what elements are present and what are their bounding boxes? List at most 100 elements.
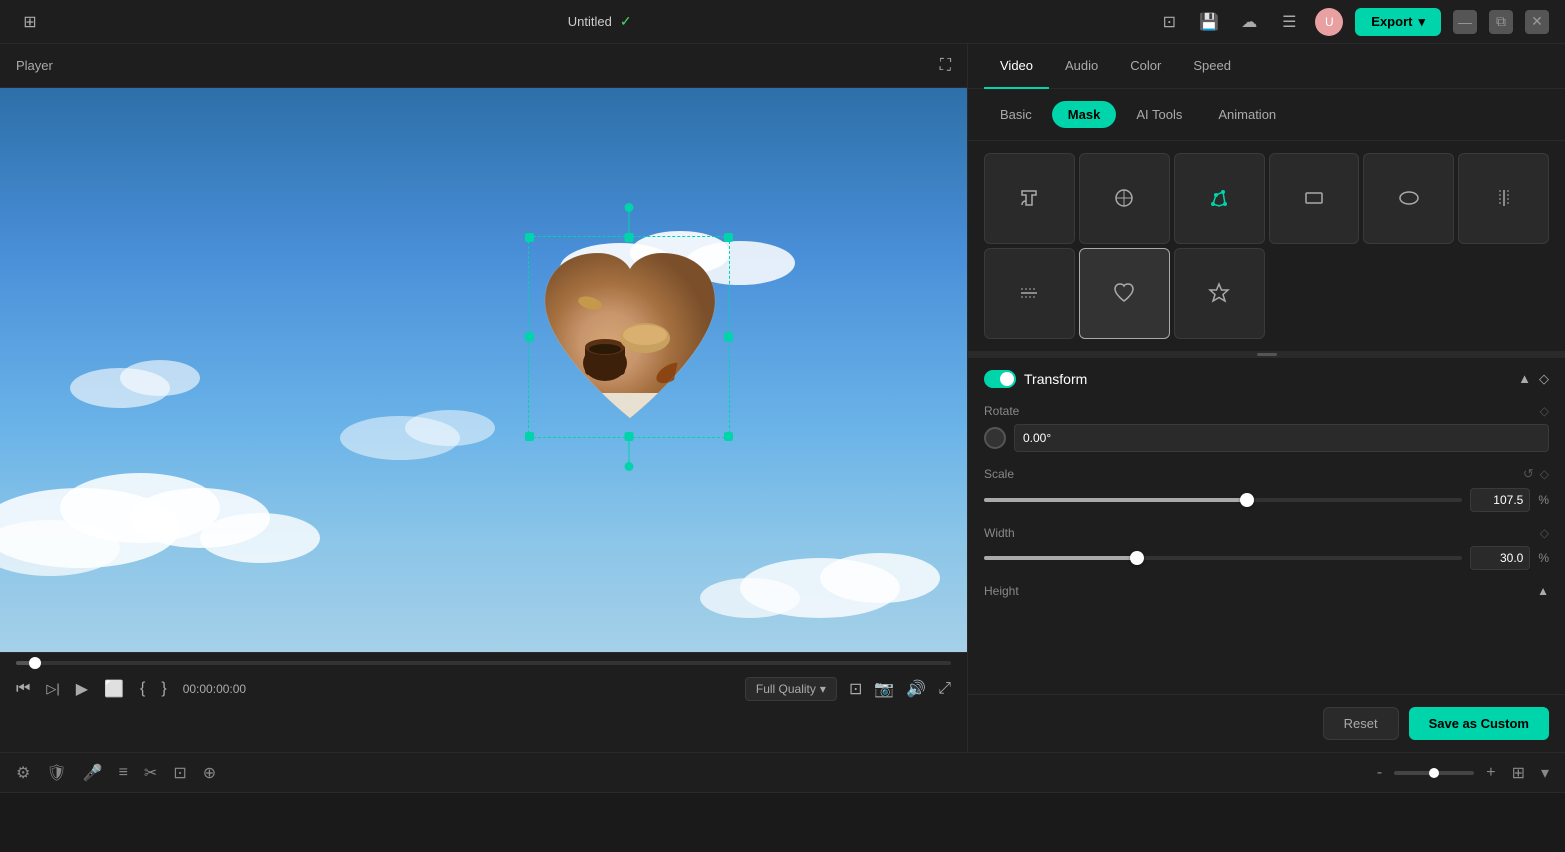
- zoom-out-button[interactable]: -: [1373, 760, 1386, 786]
- rotate-input[interactable]: [1014, 424, 1549, 452]
- height-expand-icon[interactable]: ▲: [1537, 584, 1549, 598]
- mask-vline-btn[interactable]: [984, 248, 1075, 339]
- frame-back-button[interactable]: ▷|: [46, 681, 59, 697]
- saved-check-icon: ✓: [620, 13, 632, 30]
- progress-thumb[interactable]: [29, 657, 41, 669]
- section-header-left: Transform: [984, 370, 1087, 388]
- screen-layout-button[interactable]: ⊡: [849, 679, 862, 699]
- mask-heart-btn[interactable]: [1079, 248, 1170, 339]
- window-controls: — ⧉ ✕: [1453, 10, 1549, 34]
- keyframe-icon[interactable]: ◇: [1539, 371, 1549, 387]
- mask-star-btn[interactable]: [1174, 248, 1265, 339]
- width-unit: %: [1538, 551, 1549, 565]
- sky-background: [0, 88, 967, 652]
- avatar[interactable]: U: [1315, 8, 1343, 36]
- timeline-edit-btn[interactable]: ✂: [140, 759, 161, 787]
- timeline-frame-btn[interactable]: ⊡: [169, 759, 190, 787]
- play-button[interactable]: ▶: [76, 679, 88, 699]
- timeline-grid-btn[interactable]: ⊞: [1508, 759, 1529, 787]
- mask-rect-btn[interactable]: [1269, 153, 1360, 244]
- timeline-add-btn[interactable]: ⊕: [199, 759, 220, 787]
- tab-audio[interactable]: Audio: [1049, 44, 1114, 89]
- subtab-aitools[interactable]: AI Tools: [1120, 101, 1198, 128]
- zoom-slider[interactable]: [1394, 771, 1474, 775]
- width-keyframe-icon[interactable]: ◇: [1540, 526, 1549, 540]
- tab-video[interactable]: Video: [984, 44, 1049, 89]
- width-value-input[interactable]: [1470, 546, 1530, 570]
- timeline-mic-btn[interactable]: 🎤: [79, 759, 107, 787]
- zoom-thumb[interactable]: [1429, 768, 1439, 778]
- height-property: Height ▲: [984, 584, 1549, 598]
- timeline-tools-left: ⚙ 🛡 🎤 ≡ ✂ ⊡ ⊕: [12, 759, 220, 787]
- scroll-dot: [1257, 353, 1277, 356]
- rotate-row: [984, 424, 1549, 452]
- mask-custom-btn[interactable]: [984, 153, 1075, 244]
- mark-out-button[interactable]: }: [161, 680, 166, 698]
- subtab-basic[interactable]: Basic: [984, 101, 1048, 128]
- scale-value-input[interactable]: [1470, 488, 1530, 512]
- reset-button[interactable]: Reset: [1323, 707, 1399, 740]
- title-bar-center: Untitled ✓: [568, 13, 632, 30]
- timeline-tools-right: - + ⊞ ▾: [1373, 759, 1553, 787]
- quality-selector[interactable]: Full Quality ▾: [745, 677, 837, 701]
- grid-icon[interactable]: ⊞: [16, 8, 44, 36]
- video-preview[interactable]: [0, 88, 967, 652]
- tab-speed[interactable]: Speed: [1177, 44, 1247, 89]
- rotate-icons: ◇: [1540, 404, 1549, 418]
- menu-icon[interactable]: ☰: [1275, 8, 1303, 36]
- controls-right: Full Quality ▾ ⊡ 📷 🔊 ⤢: [745, 677, 951, 701]
- mask-line-btn[interactable]: [1458, 153, 1549, 244]
- close-button[interactable]: ✕: [1525, 10, 1549, 34]
- mask-draw-btn[interactable]: [1174, 153, 1265, 244]
- subtab-mask[interactable]: Mask: [1052, 101, 1117, 128]
- layout-icon[interactable]: ⊡: [1155, 8, 1183, 36]
- fullscreen-icon[interactable]: ⛶: [940, 57, 951, 75]
- player-controls: ⏮ ▷| ▶ ⬜ { } 00:00:00:00 Full Quality ▾ …: [0, 652, 967, 752]
- title-bar: ⊞ Untitled ✓ ⊡ 💾 ☁ ☰ U Export ▾ — ⧉ ✕: [0, 0, 1565, 44]
- timeline-settings-btn[interactable]: ⚙: [12, 759, 34, 787]
- screenshot-button[interactable]: 📷: [874, 679, 894, 699]
- width-icons: ◇: [1540, 526, 1549, 540]
- timeline-shield-btn[interactable]: 🛡: [42, 759, 70, 787]
- cloud-upload-icon[interactable]: ☁: [1235, 8, 1263, 36]
- transform-toggle[interactable]: [984, 370, 1016, 388]
- tab-color[interactable]: Color: [1114, 44, 1177, 89]
- section-header-transform[interactable]: Transform ▲ ◇: [984, 370, 1549, 388]
- progress-bar[interactable]: [16, 661, 951, 665]
- mask-circle-btn[interactable]: [1079, 153, 1170, 244]
- skip-back-button[interactable]: ⏮: [16, 680, 30, 698]
- maximize-button[interactable]: ⧉: [1489, 10, 1513, 34]
- rotate-dial[interactable]: [984, 427, 1006, 449]
- quality-chevron: ▾: [820, 682, 826, 696]
- controls-row: ⏮ ▷| ▶ ⬜ { } 00:00:00:00 Full Quality ▾ …: [16, 677, 951, 701]
- rotate-keyframe-icon[interactable]: ◇: [1540, 404, 1549, 418]
- rotate-property: Rotate ◇: [984, 404, 1549, 452]
- scale-slider-thumb[interactable]: [1240, 493, 1254, 507]
- width-slider[interactable]: [984, 556, 1462, 560]
- scale-slider[interactable]: [984, 498, 1462, 502]
- save-icon[interactable]: 💾: [1195, 8, 1223, 36]
- mark-in-button[interactable]: {: [140, 680, 145, 698]
- minimize-button[interactable]: —: [1453, 10, 1477, 34]
- timeline-expand-btn[interactable]: ▾: [1537, 759, 1553, 787]
- width-slider-thumb[interactable]: [1130, 551, 1144, 565]
- width-slider-container: %: [984, 546, 1549, 570]
- timeline-list-btn[interactable]: ≡: [115, 760, 132, 786]
- scale-reset-icon[interactable]: ↺: [1523, 466, 1534, 482]
- export-button[interactable]: Export ▾: [1355, 8, 1441, 36]
- stop-button[interactable]: ⬜: [104, 679, 124, 699]
- expand-button[interactable]: ⤢: [938, 680, 951, 698]
- zoom-in-button[interactable]: +: [1482, 760, 1499, 786]
- mask-oval-btn[interactable]: [1363, 153, 1454, 244]
- main-content: Player ⛶: [0, 44, 1565, 752]
- chevron-down-icon: ▾: [1418, 14, 1425, 30]
- width-property: Width ◇ %: [984, 526, 1549, 570]
- height-label: Height ▲: [984, 584, 1549, 598]
- save-custom-button[interactable]: Save as Custom: [1409, 707, 1549, 740]
- volume-button[interactable]: 🔊: [906, 679, 926, 699]
- scroll-indicator: [968, 352, 1565, 358]
- height-icons: ▲: [1537, 584, 1549, 598]
- subtab-animation[interactable]: Animation: [1202, 101, 1292, 128]
- expand-collapse-icon[interactable]: ▲: [1518, 371, 1531, 386]
- scale-keyframe-icon[interactable]: ◇: [1540, 467, 1549, 481]
